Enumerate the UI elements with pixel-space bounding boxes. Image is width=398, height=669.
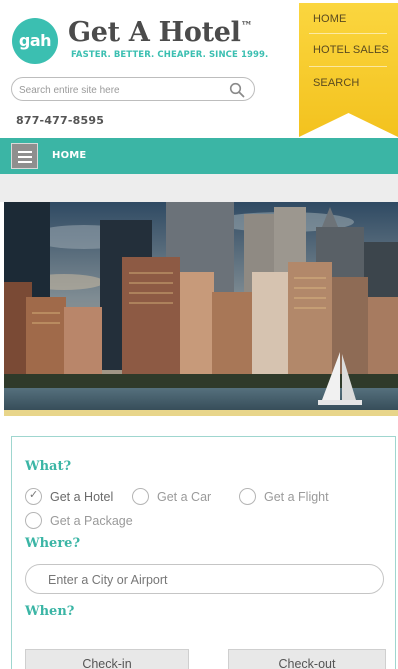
spacer-strip	[0, 174, 398, 202]
brand-name-text: Get A Hotel	[68, 17, 241, 48]
ribbon-item-search[interactable]: SEARCH	[313, 77, 359, 89]
radio-icon[interactable]	[132, 488, 149, 505]
option-car[interactable]: Get a Car	[132, 488, 211, 505]
option-label: Get a Flight	[264, 489, 329, 504]
brand-tagline: FASTER. BETTER. CHEAPER. SINCE 1999.	[71, 50, 269, 60]
hamburger-menu-icon[interactable]	[11, 143, 38, 169]
ribbon-divider	[309, 66, 387, 67]
radio-checked-icon[interactable]	[25, 488, 42, 505]
ribbon-item-hotel-sales[interactable]: HOTEL SALES	[313, 44, 389, 56]
nav-bar: HOME	[0, 138, 398, 174]
brand-name[interactable]: Get A Hotel™	[68, 17, 253, 48]
booking-panel: What? Get a Hotel Get a Car Get a Flight…	[11, 436, 396, 669]
nav-home-link[interactable]: HOME	[52, 150, 86, 161]
when-label: When?	[25, 604, 75, 619]
trademark-symbol: ™	[240, 19, 253, 33]
ribbon-divider	[309, 33, 387, 34]
option-label: Get a Car	[157, 489, 212, 504]
checkin-button[interactable]: Check-in	[25, 649, 189, 669]
logo-icon[interactable]: gah	[12, 18, 58, 64]
phone-number[interactable]: 877-477-8595	[16, 114, 104, 127]
ribbon-item-home[interactable]: HOME	[313, 13, 346, 25]
where-field	[25, 564, 384, 594]
what-label: What?	[25, 459, 72, 474]
search-input[interactable]	[19, 81, 219, 99]
skyline-illustration	[4, 202, 398, 416]
option-hotel[interactable]: Get a Hotel	[25, 488, 113, 505]
hero-skyline-image	[4, 202, 398, 416]
site-search	[11, 77, 255, 101]
search-icon[interactable]	[228, 81, 246, 99]
radio-icon[interactable]	[239, 488, 256, 505]
hero-bottom-border	[4, 410, 398, 416]
option-flight[interactable]: Get a Flight	[239, 488, 329, 505]
city-airport-input[interactable]	[48, 572, 368, 588]
checkout-button[interactable]: Check-out	[228, 649, 386, 669]
where-label: Where?	[25, 536, 81, 551]
option-label: Get a Hotel	[50, 489, 114, 504]
option-label: Get a Package	[50, 513, 133, 528]
ribbon-menu: HOME HOTEL SALES SEARCH	[299, 3, 398, 137]
radio-icon[interactable]	[25, 512, 42, 529]
option-package[interactable]: Get a Package	[25, 512, 133, 529]
